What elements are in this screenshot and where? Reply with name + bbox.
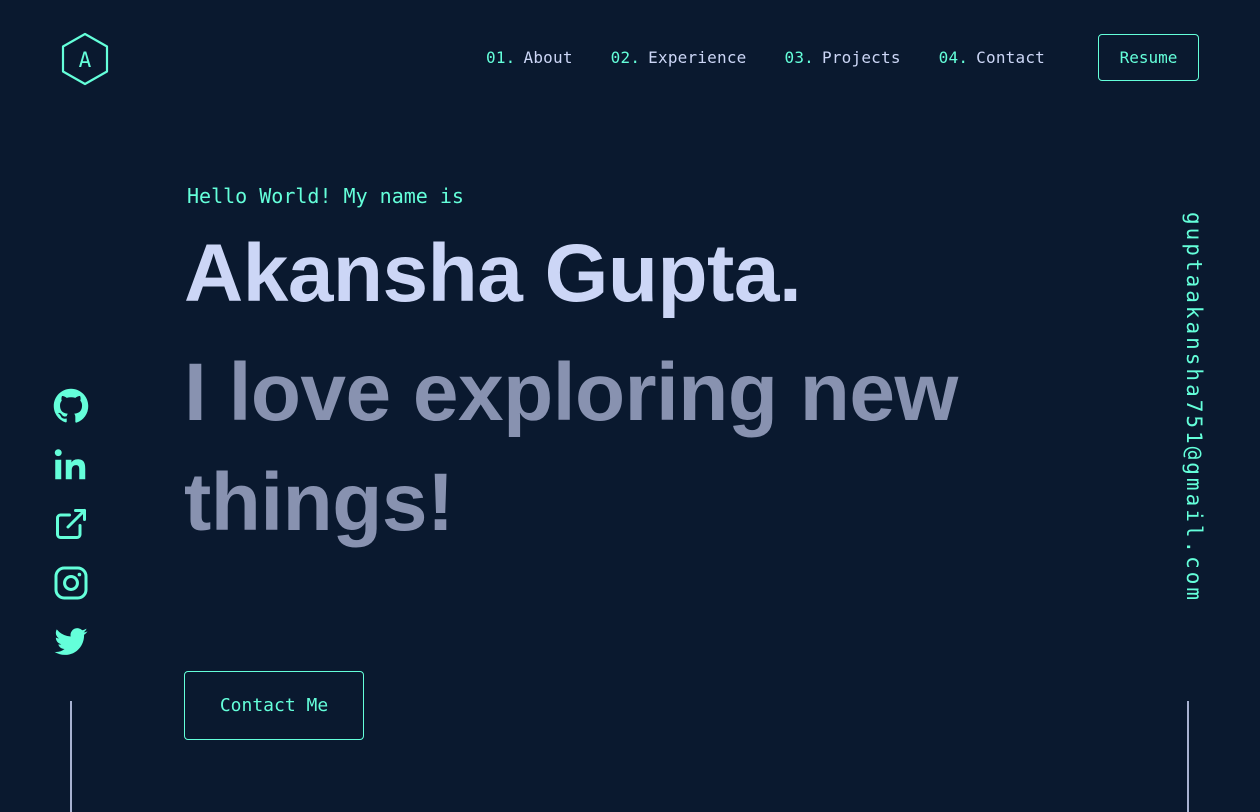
email-link[interactable]: guptaakansha751@gmail.com (1170, 212, 1206, 672)
twitter-icon (54, 628, 88, 655)
nav-number: 02. (610, 48, 641, 67)
github-icon (53, 388, 89, 423)
nav-item-projects[interactable]: 03. Projects (785, 48, 901, 67)
instagram-link[interactable] (53, 565, 89, 601)
hero-greeting: Hello World! My name is (187, 184, 464, 208)
nav-number: 01. (486, 48, 516, 67)
nav-label: Projects (822, 48, 901, 67)
external-link[interactable] (53, 506, 89, 542)
main-nav: 01. About 02. Experience 03. Projects 04. Co… (486, 48, 1083, 67)
linkedin-icon (54, 449, 86, 480)
linkedin-link[interactable] (53, 447, 89, 483)
twitter-link[interactable] (53, 624, 89, 660)
external-link-icon (56, 509, 86, 539)
hexagon-logo-icon: A (61, 32, 109, 86)
resume-button[interactable]: Resume (1098, 34, 1199, 81)
github-link[interactable] (53, 388, 89, 424)
nav-label: Contact (976, 48, 1046, 67)
right-vertical-line (1187, 701, 1189, 812)
nav-number: 03. (784, 48, 814, 67)
hero-tagline: I love exploring new things! (184, 347, 958, 548)
nav-item-experience[interactable]: 02. Experience (611, 48, 747, 67)
instagram-icon (54, 566, 88, 600)
nav-item-contact[interactable]: 04. Contact (939, 48, 1045, 67)
logo[interactable]: A (60, 32, 110, 86)
logo-letter: A (79, 48, 92, 72)
social-links (53, 388, 89, 683)
hero-name: Akansha Gupta. (184, 228, 802, 319)
nav-number: 04. (938, 48, 969, 67)
left-vertical-line (70, 701, 72, 812)
nav-label: Experience (648, 48, 747, 67)
nav-label: About (523, 48, 573, 67)
nav-item-about[interactable]: 01. About (486, 48, 573, 67)
contact-me-button[interactable]: Contact Me (184, 671, 364, 740)
